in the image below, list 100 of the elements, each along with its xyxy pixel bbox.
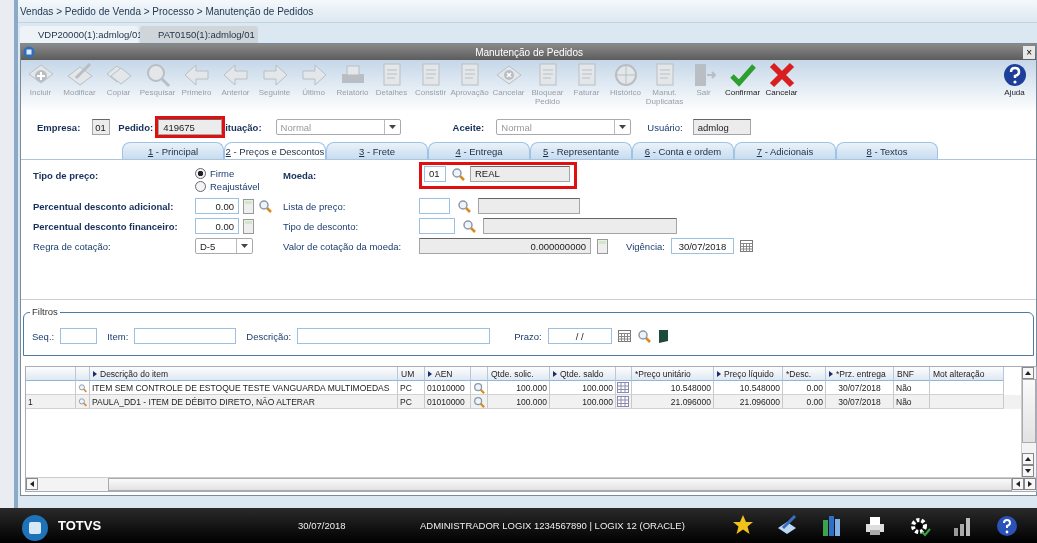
table-cell: 21.096000 [632,395,714,409]
input-field[interactable] [297,328,491,344]
form-tab[interactable]: 1 - Principal [122,142,224,159]
field-label: Empresa: [37,121,81,133]
toolbar-button[interactable]: Confirmar [723,62,762,97]
field-label: Tipo de preço: [33,169,99,181]
table-cell: 0.00 [783,395,826,409]
form-tab[interactable]: 7 - Adicionais [734,142,836,159]
field-label: Aceite: [452,121,485,133]
input-field[interactable]: 01 [424,165,446,182]
calendar-icon[interactable] [739,240,753,252]
input-field[interactable]: 419675 [158,119,223,135]
arrow-icon [428,370,432,377]
form-tab[interactable]: 3 - Frete [326,142,428,159]
input-field[interactable] [483,218,677,234]
date-text: 30/07/2018 [298,520,347,531]
column-header[interactable]: Qtde. solic. [488,367,550,381]
date-field[interactable]: 30/07/2018 [670,238,734,254]
vertical-scrollbar[interactable] [1021,367,1036,477]
column-header[interactable]: BNF [894,367,930,381]
column-header[interactable]: *Preço unitário [632,367,714,381]
input-field[interactable] [134,328,237,344]
field-label: Descrição: [246,330,292,342]
window-tab[interactable]: VDP20000(1):admlog/01 [20,26,138,43]
search-icon[interactable] [457,199,471,213]
field-label: Valor de cotação da moeda: [283,240,402,252]
form-tab[interactable]: 8 - Textos [836,142,938,159]
input-field[interactable] [419,218,455,234]
window-tab[interactable]: PAT0150(1):admlog/01 [140,26,258,43]
down-arrow-icon [1025,469,1032,473]
table-cell: PC [398,395,425,409]
arrow-icon [553,370,557,377]
column-header[interactable]: Mot alteração [930,367,1004,381]
field-label: Prazo: [514,330,542,342]
form-tab[interactable]: 2 - Preços e Descontos [224,142,326,159]
column-header[interactable] [76,367,90,381]
left-arrow-icon [221,62,250,88]
column-header[interactable]: *Desc. [783,367,826,381]
field-label: Vigência: [626,240,665,252]
input-field[interactable]: 0.00 [195,218,239,234]
window-title: Manutenção de Pedidos [474,46,584,58]
right-arrow-icon [299,62,328,88]
field-label: Lista de preço: [283,200,346,212]
input-field[interactable]: 01 [92,119,111,135]
column-header[interactable]: UM [398,367,425,381]
input-field[interactable]: REAL [470,165,570,182]
right-arrow-icon [1028,481,1032,487]
help-icon[interactable] [994,513,1020,538]
column-header[interactable]: Preço líquido [714,367,783,381]
column-header[interactable]: Qtde. saldo [550,367,616,381]
search-icon[interactable] [451,166,465,181]
column-header[interactable]: *Prz. entrega [826,367,894,381]
table-cell: 100.000 [550,395,616,409]
input-field[interactable] [60,328,98,344]
form-tab[interactable]: 6 - Conta e ordem [632,142,734,159]
table-cell: PAULA_DD1 - ITEM DE DÉBITO DIRETO, NÃO ALTERAR [90,395,398,409]
form-tab[interactable]: 4 - Entrega [428,142,530,159]
search-icon[interactable] [258,199,272,213]
left-arrow-icon [182,62,211,88]
table-cell: 30/07/2018 [826,395,894,409]
column-header[interactable] [616,367,632,381]
input-field[interactable] [419,198,450,214]
table-cell: Não [894,395,930,409]
search-icon[interactable] [636,329,651,343]
toolbar-button[interactable]: Ajuda [995,62,1034,97]
column-header[interactable] [26,367,76,381]
dropdown[interactable]: D-5 [195,238,253,254]
field-label: Usuário: [647,121,683,133]
radio-button[interactable]: Firme [195,168,235,179]
close-button[interactable]: × [1023,45,1035,59]
logo-text: TOTVS [58,518,102,533]
up-arrow-icon [1025,371,1032,375]
input-field[interactable]: admlog [692,119,751,135]
column-header[interactable] [471,367,488,381]
table-cell: 1 [26,395,76,409]
calculator-icon[interactable] [597,238,608,254]
caret-icon [241,244,248,248]
calendar-icon[interactable] [617,330,631,342]
horizontal-scrollbar[interactable] [26,477,1036,491]
column-header[interactable]: Descrição do item [90,367,398,381]
field-label: Moeda: [283,169,317,181]
input-field[interactable]: 0.00 [195,198,239,214]
form-tab[interactable]: 5 - Representante [530,142,632,159]
panel-title: Filtros [30,306,60,317]
toolbar-button[interactable]: Cancelar [762,62,801,97]
calculator-icon[interactable] [243,218,254,234]
cross-icon [767,62,796,88]
column-header[interactable]: AEN [425,367,471,381]
date-field[interactable]: / / [547,328,612,344]
radio-button[interactable]: Reajustável [195,181,260,192]
search-icon[interactable] [462,219,476,233]
input-field[interactable] [478,198,580,214]
pencil-icon [65,62,94,88]
calculator-icon[interactable] [243,198,254,214]
table-cell: 21.096000 [714,395,783,409]
right-arrow-icon [260,62,289,88]
logo-icon [23,46,35,58]
field-label: ituação: [225,121,262,133]
field-label: Item: [107,330,129,342]
input-field[interactable]: 0.000000000 [419,238,591,254]
